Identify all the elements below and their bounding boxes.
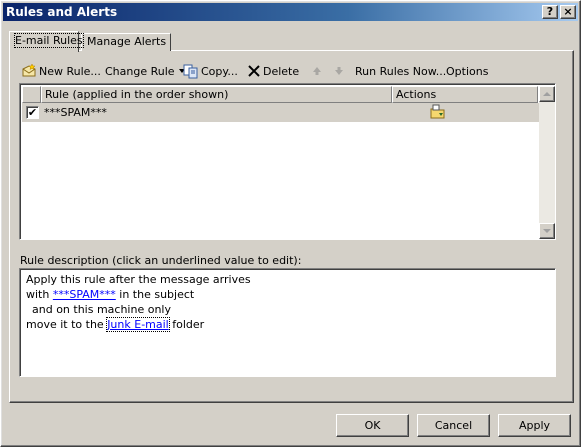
- column-header-check[interactable]: [22, 86, 41, 103]
- new-rule-icon: [22, 63, 36, 77]
- junk-email-folder-link[interactable]: Junk E-mail: [106, 317, 170, 332]
- tab-manage-alerts[interactable]: Manage Alerts: [81, 33, 171, 51]
- scroll-up-arrow-icon: [543, 92, 551, 96]
- description-line-2-suffix: in the subject: [115, 288, 195, 301]
- arrow-up-icon: [313, 67, 321, 75]
- tab-manage-alerts-label: Manage Alerts: [87, 35, 167, 48]
- title-bar: Rules and Alerts ? ×: [3, 3, 578, 21]
- change-rule-button[interactable]: Change Rule: [105, 61, 188, 81]
- move-down-button[interactable]: [333, 61, 347, 81]
- rule-description-label: Rule description (click an underlined va…: [20, 254, 302, 267]
- tab-email-rules-label: E-mail Rules: [14, 33, 84, 48]
- apply-button[interactable]: Apply: [498, 414, 571, 437]
- rules-and-alerts-dialog: Rules and Alerts ? × E-mail Rules Manage…: [0, 0, 581, 447]
- new-rule-button[interactable]: New Rule...: [21, 61, 101, 81]
- options-label: Options: [446, 64, 489, 78]
- ok-button[interactable]: OK: [336, 414, 409, 437]
- description-line-1: Apply this rule after the message arrive…: [26, 273, 251, 286]
- close-button[interactable]: ×: [560, 5, 576, 19]
- description-line-2: with ***SPAM*** in the subject: [26, 287, 549, 302]
- description-line-2-prefix: with: [26, 288, 53, 301]
- move-up-button[interactable]: [311, 61, 325, 81]
- subject-words-link[interactable]: ***SPAM***: [53, 288, 116, 301]
- window-title: Rules and Alerts: [6, 5, 118, 19]
- description-line-3: and on this machine only: [32, 303, 171, 316]
- copy-icon: [183, 64, 198, 79]
- delete-button[interactable]: Delete: [247, 61, 299, 81]
- scroll-up-button[interactable]: [539, 86, 555, 102]
- new-rule-label: New Rule...: [39, 64, 101, 78]
- rule-enabled-checkbox[interactable]: ✔: [26, 106, 39, 119]
- description-line-4-suffix: folder: [168, 318, 205, 331]
- rule-description-box: Apply this rule after the message arrive…: [19, 268, 556, 377]
- move-to-folder-icon: [430, 104, 445, 119]
- delete-icon: [248, 65, 260, 77]
- help-button[interactable]: ?: [542, 5, 558, 19]
- copy-label: Copy...: [201, 64, 238, 78]
- run-rules-now-button[interactable]: Run Rules Now...: [355, 61, 446, 81]
- scroll-down-button[interactable]: [539, 223, 555, 239]
- tab-email-rules[interactable]: E-mail Rules: [9, 31, 84, 52]
- description-line-4: move it to the Junk E-mail folder: [26, 317, 549, 332]
- copy-button[interactable]: Copy...: [183, 61, 238, 81]
- rule-list[interactable]: Rule (applied in the order shown) Action…: [19, 83, 556, 240]
- rules-toolbar: New Rule... Change Rule Copy... Delete R…: [19, 61, 559, 81]
- delete-label: Delete: [263, 64, 300, 78]
- run-rules-now-label: Run Rules Now...: [355, 64, 447, 78]
- column-header-rule[interactable]: Rule (applied in the order shown): [41, 86, 392, 103]
- arrow-down-icon: [335, 67, 343, 75]
- rule-name: ***SPAM***: [44, 106, 107, 119]
- rule-row[interactable]: ✔ ***SPAM***: [22, 103, 539, 122]
- description-line-4-prefix: move it to the: [26, 318, 108, 331]
- rule-list-scrollbar[interactable]: [539, 86, 555, 239]
- cancel-button[interactable]: Cancel: [417, 414, 490, 437]
- scroll-down-arrow-icon: [543, 229, 551, 233]
- options-button[interactable]: Options: [446, 61, 488, 81]
- column-header-actions[interactable]: Actions: [392, 86, 538, 103]
- change-rule-label: Change Rule: [105, 64, 175, 78]
